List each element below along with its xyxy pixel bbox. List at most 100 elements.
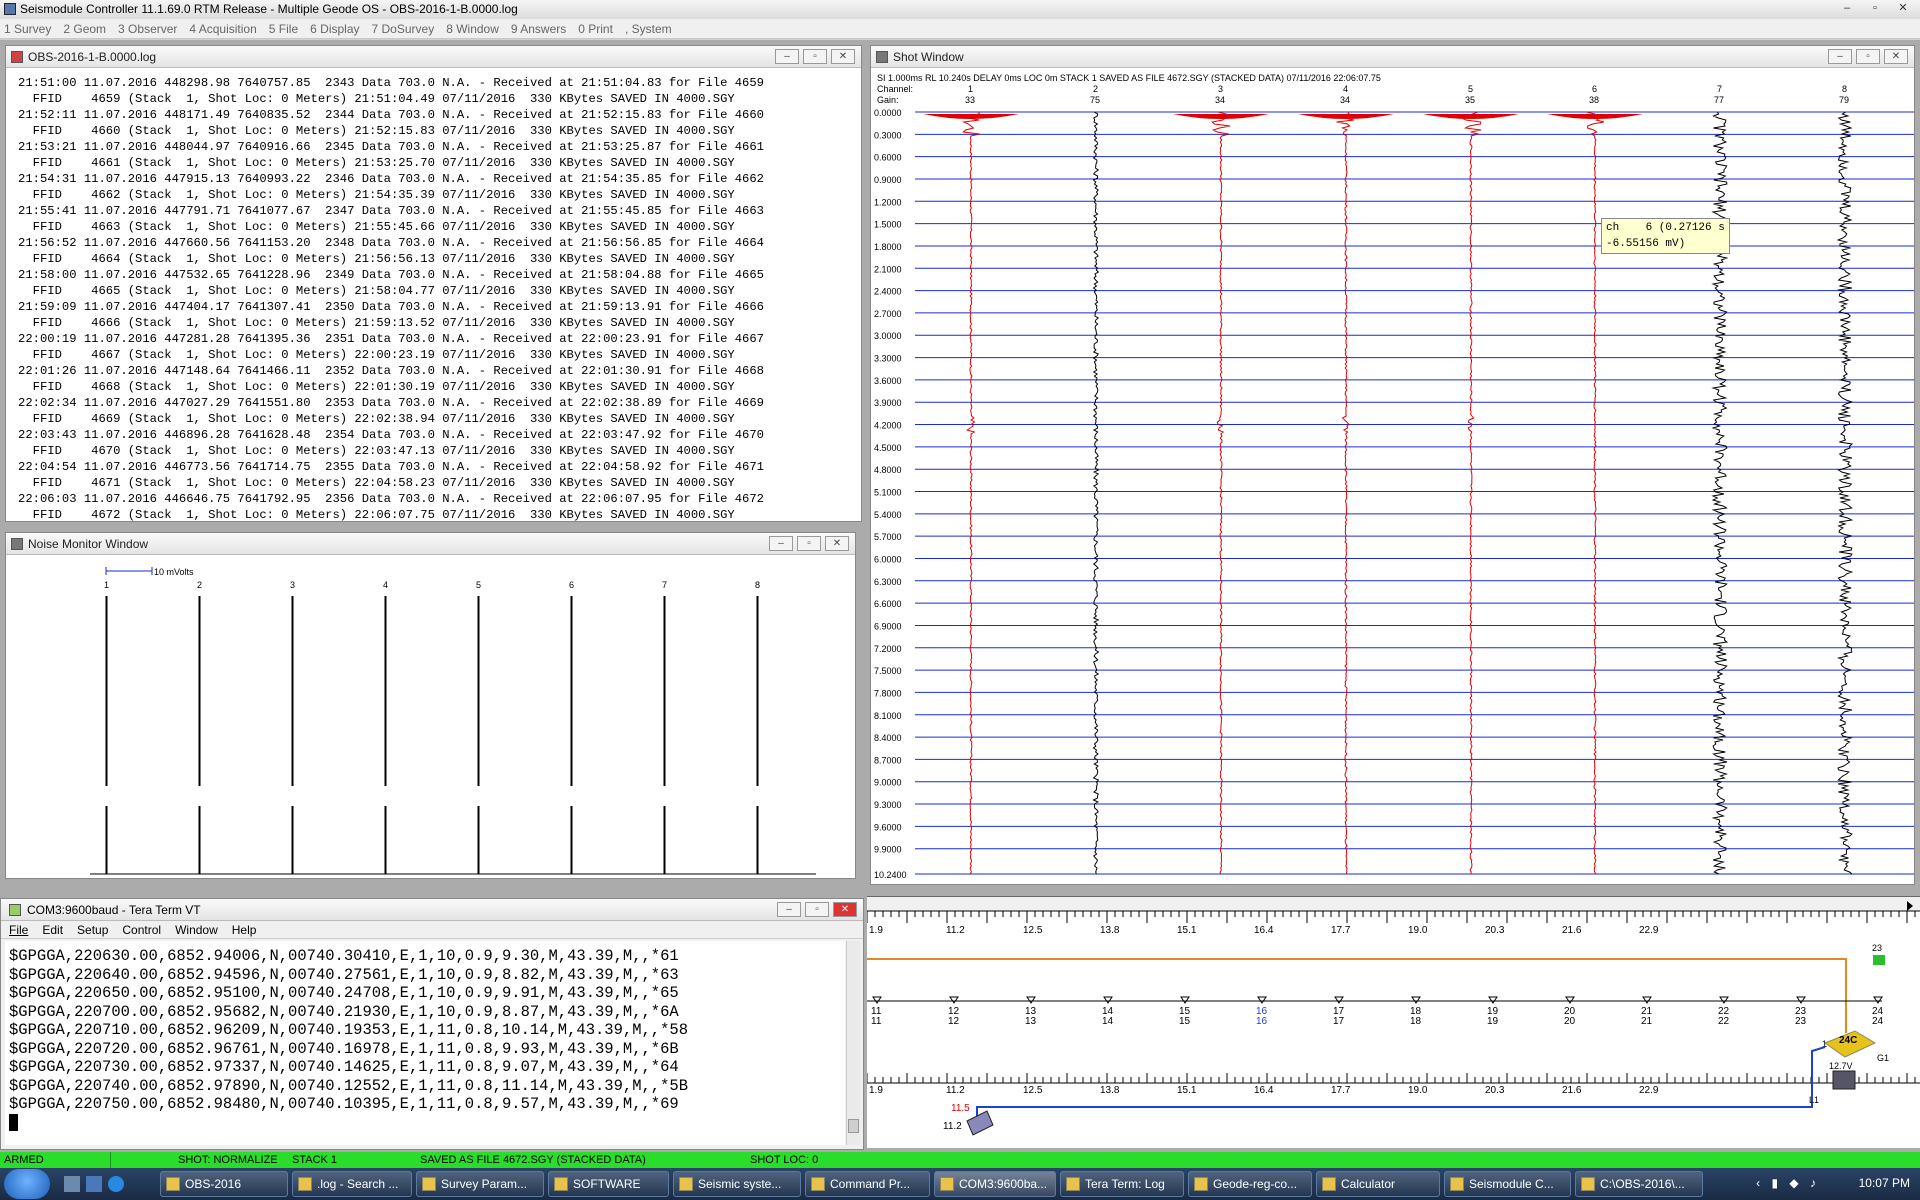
- channel-gain: 38: [1589, 95, 1599, 105]
- taskbar-item[interactable]: .log - Search ...: [292, 1171, 412, 1197]
- station-label-secondary: 20: [1564, 1016, 1576, 1027]
- geophone-marker: [1642, 996, 1652, 1004]
- tt-menu-control[interactable]: Control: [122, 921, 161, 938]
- minimize-icon[interactable]: –: [1828, 49, 1852, 64]
- taskbar-item[interactable]: OBS-2016: [160, 1171, 288, 1197]
- log-window-titlebar[interactable]: OBS-2016-1-B.0000.log – ▫ ✕: [6, 46, 861, 68]
- shot-window[interactable]: Shot Window – ▫ ✕ SI 1.000ms RL 10.240s DE…: [870, 45, 1915, 885]
- taskbar-item[interactable]: Seismodule C...: [1444, 1171, 1571, 1197]
- minimize-icon[interactable]: –: [769, 536, 793, 551]
- maximize-icon[interactable]: ▫: [1864, 1, 1886, 16]
- taskbar-item[interactable]: C:\OBS-2016\...: [1575, 1171, 1703, 1197]
- taskbar-item[interactable]: Command Pr...: [805, 1171, 930, 1197]
- close-icon[interactable]: ✕: [833, 902, 857, 917]
- time-axis-label: 7.5000: [874, 666, 902, 676]
- tt-menu-setup[interactable]: Setup: [77, 921, 108, 938]
- time-axis-label: 3.0000: [874, 331, 902, 341]
- taskbar-item[interactable]: Tera Term: Log: [1060, 1171, 1184, 1197]
- maximize-icon[interactable]: ▫: [797, 536, 821, 551]
- scrollbar-thumb[interactable]: [848, 1119, 859, 1133]
- minimize-icon[interactable]: –: [1836, 1, 1858, 16]
- taskbar-item-label: Survey Param...: [441, 1177, 528, 1191]
- time-axis-label: 8.1000: [874, 711, 902, 721]
- terminal-scrollbar[interactable]: [846, 941, 860, 1145]
- shot-window-titlebar[interactable]: Shot Window – ▫ ✕: [871, 46, 1914, 68]
- minimize-icon[interactable]: –: [777, 902, 801, 917]
- station-label-secondary: 22: [1718, 1016, 1730, 1027]
- maximize-icon[interactable]: ▫: [805, 902, 829, 917]
- menu-dosurvey[interactable]: 7 DoSurvey: [372, 19, 435, 38]
- menu-acquisition[interactable]: 4 Acquisition: [189, 19, 256, 38]
- channel-row-label: Channel:: [877, 84, 913, 94]
- menu-window[interactable]: 8 Window: [446, 19, 499, 38]
- time-axis-label: 9.3000: [874, 800, 902, 810]
- menu-display[interactable]: 6 Display: [310, 19, 359, 38]
- log-line: 22:02:34 11.07.2016 447027.29 7641551.80…: [18, 396, 764, 410]
- log-window[interactable]: OBS-2016-1-B.0000.log – ▫ ✕ 21:51:00 11.07…: [5, 45, 862, 522]
- tera-term-window[interactable]: COM3:9600baud - Tera Term VT – ▫ ✕ File Ed…: [0, 898, 864, 1150]
- taskbar-item[interactable]: Survey Param...: [416, 1171, 544, 1197]
- seismic-shot-plot[interactable]: SI 1.000ms RL 10.240s DELAY 0ms LOC 0m S…: [871, 69, 1914, 884]
- close-icon[interactable]: ✕: [1884, 49, 1908, 64]
- spread-layout-plot[interactable]: 1.9 1.9 11.2 11.2 12.5 12.5 13.8 13.8 15.1 15.1 16…: [866, 897, 1920, 1149]
- menu-answers[interactable]: 9 Answers: [511, 19, 566, 38]
- ruler-label: 19.0: [1408, 925, 1428, 936]
- tt-menu-file[interactable]: File: [9, 921, 28, 938]
- terminal-output[interactable]: $GPGGA,220630.00,6852.94006,N,00740.3041…: [5, 941, 845, 1145]
- taskbar-item[interactable]: Calculator: [1316, 1171, 1440, 1197]
- geophone-marker: [872, 996, 882, 1004]
- close-icon[interactable]: ✕: [1892, 1, 1914, 16]
- geophone-marker: [949, 996, 959, 1004]
- explorer-icon[interactable]: [86, 1176, 102, 1192]
- browser-icon[interactable]: [108, 1176, 124, 1192]
- maximize-icon[interactable]: ▫: [803, 49, 827, 64]
- close-icon[interactable]: ✕: [825, 536, 849, 551]
- scale-label: 10 mVolts: [154, 567, 194, 577]
- spread-layout-view[interactable]: 1.9 1.9 11.2 11.2 12.5 12.5 13.8 13.8 15.1 15.1 16…: [866, 896, 1920, 1149]
- channel-gain: 34: [1215, 95, 1225, 105]
- minimize-icon[interactable]: –: [775, 49, 799, 64]
- taskbar-item[interactable]: SOFTWARE: [548, 1171, 669, 1197]
- geode-side-label: G1: [1877, 1053, 1889, 1063]
- taskbar-item[interactable]: Geode-reg-co...: [1188, 1171, 1312, 1197]
- noise-window-titlebar[interactable]: Noise Monitor Window – ▫ ✕: [6, 533, 855, 555]
- noise-channel-label: 1: [104, 580, 109, 590]
- ruler-label: 17.7: [1331, 925, 1351, 936]
- time-axis-label: 5.1000: [874, 488, 902, 498]
- menu-file[interactable]: 5 File: [269, 19, 298, 38]
- shot-plot-area[interactable]: SI 1.000ms RL 10.240s DELAY 0ms LOC 0m S…: [871, 69, 1914, 884]
- app-icon: [1066, 1177, 1080, 1191]
- time-axis-label: 7.8000: [874, 688, 902, 698]
- channel-number: 5: [1468, 84, 1473, 94]
- tt-menu-edit[interactable]: Edit: [42, 921, 63, 938]
- log-text-area[interactable]: 21:51:00 11.07.2016 448298.98 7640757.85…: [6, 69, 861, 521]
- tt-menu-help[interactable]: Help: [232, 921, 257, 938]
- maximize-icon[interactable]: ▫: [1856, 49, 1880, 64]
- taskbar-item[interactable]: COM3:9600ba...: [934, 1171, 1056, 1197]
- taskbar-item-label: OBS-2016: [185, 1177, 242, 1191]
- ruler-label: 21.6: [1562, 925, 1582, 936]
- log-line: 21:58:00 11.07.2016 447532.65 7641228.96…: [18, 268, 764, 282]
- menu-observer[interactable]: 3 Observer: [118, 19, 177, 38]
- terminal-line: $GPGGA,220640.00,6852.94596,N,00740.2756…: [9, 965, 679, 984]
- tt-menu-window[interactable]: Window: [175, 921, 218, 938]
- log-line: FFID 4662 (Stack 1, Shot Loc: 0 Meters) …: [18, 188, 735, 202]
- noise-monitor-window[interactable]: Noise Monitor Window – ▫ ✕ 10 mVolts 1 2 3 4 5 6…: [5, 532, 856, 879]
- tera-term-titlebar[interactable]: COM3:9600baud - Tera Term VT – ▫ ✕: [1, 899, 863, 921]
- taskbar-clock: 10:07 PM: [1858, 1176, 1910, 1190]
- taskbar-item-label: COM3:9600ba...: [959, 1177, 1048, 1191]
- taskbar-item[interactable]: Seismic syste...: [673, 1171, 801, 1197]
- show-desktop-icon[interactable]: [64, 1176, 80, 1192]
- menu-geom[interactable]: 2 Geom: [63, 19, 106, 38]
- start-button[interactable]: [4, 1169, 50, 1199]
- menu-print[interactable]: 0 Print: [578, 19, 613, 38]
- noise-channel-label: 2: [197, 580, 202, 590]
- time-axis-label: 0.9000: [874, 175, 902, 185]
- time-axis-label: 6.9000: [874, 621, 902, 631]
- menu-survey[interactable]: 1 Survey: [4, 19, 51, 38]
- taskbar-item-label: .log - Search ...: [317, 1177, 399, 1191]
- tray-icons[interactable]: ‹ ▮ ◆ ♪: [1756, 1176, 1820, 1190]
- time-axis-label: 9.9000: [874, 845, 902, 855]
- close-icon[interactable]: ✕: [831, 49, 855, 64]
- menu-system[interactable]: , System: [625, 19, 672, 38]
